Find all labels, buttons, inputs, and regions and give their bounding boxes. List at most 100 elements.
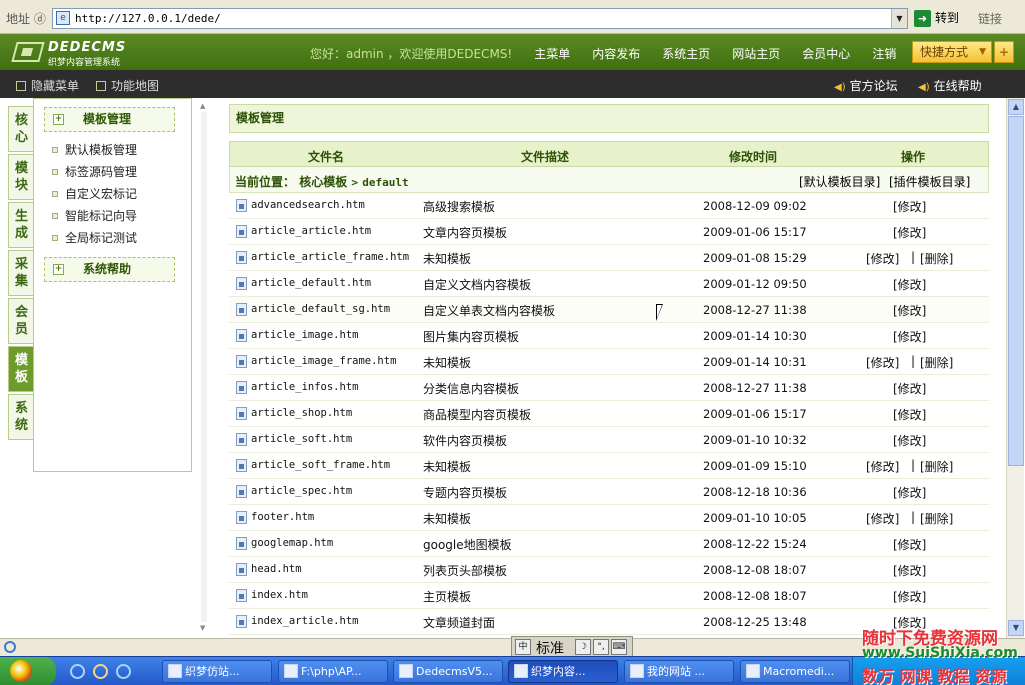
menu-item-smart-tag-wizard[interactable]: 智能标记向导 bbox=[52, 207, 137, 224]
scroll-thumb[interactable] bbox=[1008, 116, 1024, 466]
menu-item-default-template[interactable]: 默认模板管理 bbox=[52, 141, 137, 158]
edit-link[interactable]: [修改] bbox=[893, 536, 926, 553]
watermark-line2: www.SuiShiXia.com bbox=[862, 645, 1018, 661]
breadcrumb-core-templates[interactable]: 核心模板 bbox=[299, 175, 347, 189]
file-modified-time: 2009-01-06 15:17 bbox=[703, 225, 807, 239]
url-input[interactable]: e http://127.0.0.1/dede/ ▼ bbox=[52, 8, 908, 29]
nav-logout[interactable]: 注销 bbox=[872, 47, 896, 61]
url-text: http://127.0.0.1/dede/ bbox=[75, 12, 221, 25]
taskbar-item[interactable]: DedecmsV5... bbox=[393, 660, 503, 683]
app-icon bbox=[399, 664, 413, 678]
forum-link[interactable]: ◀) 官方论坛 bbox=[834, 77, 898, 94]
menu-item-custom-macro[interactable]: 自定义宏标记 bbox=[52, 185, 137, 202]
file-name: article_spec.htm bbox=[251, 485, 353, 497]
delete-link[interactable]: [删除] bbox=[920, 458, 953, 475]
delete-link[interactable]: [删除] bbox=[920, 510, 953, 527]
url-dropdown-icon[interactable]: ▼ bbox=[891, 9, 907, 28]
menu-item-label: 自定义宏标记 bbox=[65, 187, 138, 201]
vtab-4[interactable]: 会员 bbox=[8, 298, 34, 344]
hide-menu-label: 隐藏菜单 bbox=[31, 79, 80, 93]
hide-menu-icon bbox=[16, 81, 26, 91]
taskbar-item[interactable]: F:\php\AP... bbox=[278, 660, 388, 683]
menu-section-template-management[interactable]: + 模板管理 bbox=[44, 107, 175, 132]
edit-link[interactable]: [修改] bbox=[893, 328, 926, 345]
table-row: footer.htm 未知模板 2009-01-10 10:05 [修改] | [删除] bbox=[229, 505, 989, 531]
default-template-dir-link[interactable]: [默认模板目录] bbox=[799, 173, 880, 190]
app-header: DEDECMS 织梦内容管理系统 您好：admin ，欢迎使用DEDECMS! 主… bbox=[0, 34, 1025, 70]
file-modified-time: 2009-01-10 10:05 bbox=[703, 511, 807, 525]
taskbar-item[interactable]: 织梦仿站... bbox=[162, 660, 272, 683]
go-button[interactable]: ➜ 转到 bbox=[914, 9, 959, 29]
edit-link[interactable]: [修改] bbox=[866, 354, 899, 371]
edit-link[interactable]: [修改] bbox=[866, 510, 899, 527]
table-row: article_article.htm 文章内容页模板 2009-01-06 15:… bbox=[229, 219, 989, 245]
file-name: article_infos.htm bbox=[251, 381, 359, 393]
vtab-2[interactable]: 生成 bbox=[8, 202, 34, 248]
edit-link[interactable]: [修改] bbox=[893, 484, 926, 501]
taskbar-item[interactable]: 我的网站 ... bbox=[624, 660, 734, 683]
links-button[interactable]: 链接 bbox=[978, 10, 1002, 27]
edit-link[interactable]: [修改] bbox=[893, 198, 926, 215]
nav-member-center[interactable]: 会员中心 bbox=[802, 47, 850, 61]
file-icon bbox=[236, 615, 247, 628]
vtab-1[interactable]: 模块 bbox=[8, 154, 34, 200]
ime-halfwidth-icon[interactable]: ☽ bbox=[575, 639, 591, 655]
nav-system-home[interactable]: 系统主页 bbox=[662, 47, 710, 61]
table-row: article_soft_frame.htm 未知模板 2009-01-09 15:… bbox=[229, 453, 989, 479]
delete-link[interactable]: [删除] bbox=[920, 250, 953, 267]
plugin-template-dir-link[interactable]: [插件模板目录] bbox=[889, 173, 970, 190]
ie-quicklaunch-icon[interactable] bbox=[70, 664, 85, 679]
edit-link[interactable]: [修改] bbox=[893, 302, 926, 319]
folder-quicklaunch-icon[interactable] bbox=[93, 664, 108, 679]
file-name: index_article.htm bbox=[251, 615, 359, 627]
add-quick-button[interactable]: + bbox=[994, 41, 1014, 63]
scroll-up-icon[interactable]: ▲ bbox=[200, 102, 205, 110]
taskbar-item[interactable]: 织梦内容... bbox=[508, 660, 618, 683]
vtab-6[interactable]: 系统 bbox=[8, 394, 34, 440]
hide-menu-button[interactable]: 隐藏菜单 bbox=[16, 77, 79, 94]
site-map-button[interactable]: 功能地图 bbox=[96, 77, 159, 94]
vtab-5[interactable]: 模板 bbox=[8, 346, 34, 392]
menu-section-system-help[interactable]: + 系统帮助 bbox=[44, 257, 175, 282]
vtab-3[interactable]: 采集 bbox=[8, 250, 34, 296]
scroll-down-icon[interactable]: ▼ bbox=[200, 624, 205, 632]
edit-link[interactable]: [修改] bbox=[893, 562, 926, 579]
action-separator: | bbox=[911, 354, 916, 368]
breadcrumb-default[interactable]: default bbox=[362, 176, 408, 189]
scroll-down-icon[interactable]: ▼ bbox=[1008, 620, 1024, 636]
nav-site-home[interactable]: 网站主页 bbox=[732, 47, 780, 61]
menu-item-tag-source[interactable]: 标签源码管理 bbox=[52, 163, 137, 180]
menu-item-global-tag-test[interactable]: 全局标记测试 bbox=[52, 229, 137, 246]
quick-access-dropdown[interactable]: 快捷方式 ▼ bbox=[912, 41, 992, 63]
file-modified-time: 2008-12-08 18:07 bbox=[703, 589, 807, 603]
taskbar-item[interactable]: Macromedi... bbox=[740, 660, 850, 683]
edit-link[interactable]: [修改] bbox=[893, 276, 926, 293]
nav-content-publish[interactable]: 内容发布 bbox=[592, 47, 640, 61]
window-scrollbar[interactable]: ▲ ▼ bbox=[1006, 98, 1024, 638]
ime-toolbar[interactable]: 中 标准 ☽ °, ⌨ bbox=[511, 636, 633, 658]
frame-scrollbar[interactable]: ▲ ▼ bbox=[196, 98, 212, 638]
edit-link[interactable]: [修改] bbox=[893, 432, 926, 449]
file-description: 列表页头部模板 bbox=[423, 564, 508, 578]
edit-link[interactable]: [修改] bbox=[866, 250, 899, 267]
vtab-0[interactable]: 核心 bbox=[8, 106, 34, 152]
nav-main-menu[interactable]: 主菜单 bbox=[534, 47, 570, 61]
delete-link[interactable]: [删除] bbox=[920, 354, 953, 371]
ime-punct-icon[interactable]: °, bbox=[593, 639, 609, 655]
edit-link[interactable]: [修改] bbox=[893, 380, 926, 397]
ime-keyboard-icon[interactable]: ⌨ bbox=[611, 639, 627, 655]
scroll-up-icon[interactable]: ▲ bbox=[1008, 99, 1024, 115]
help-link[interactable]: ◀) 在线帮助 bbox=[918, 77, 982, 94]
file-description: 自定义文档内容模板 bbox=[423, 278, 532, 292]
table-row: article_default.htm 自定义文档内容模板 2009-01-12 0… bbox=[229, 271, 989, 297]
table-row: article_default_sg.htm 自定义单表文档内容模板 2008-12… bbox=[229, 297, 989, 323]
file-modified-time: 2008-12-27 11:38 bbox=[703, 381, 807, 395]
ie-quicklaunch-icon-2[interactable] bbox=[116, 664, 131, 679]
edit-link[interactable]: [修改] bbox=[893, 406, 926, 423]
start-button[interactable] bbox=[0, 657, 56, 685]
speaker-icon: ◀) bbox=[834, 82, 846, 93]
edit-link[interactable]: [修改] bbox=[893, 588, 926, 605]
action-separator: | bbox=[911, 510, 916, 524]
edit-link[interactable]: [修改] bbox=[893, 224, 926, 241]
edit-link[interactable]: [修改] bbox=[866, 458, 899, 475]
